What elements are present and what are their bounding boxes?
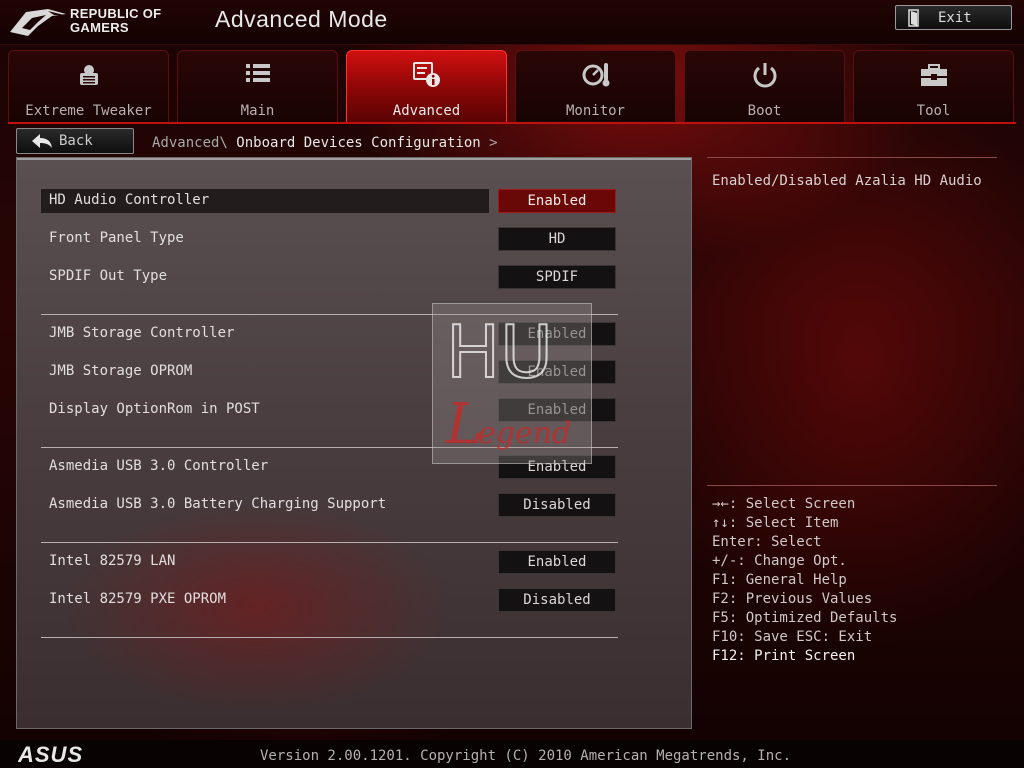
- setting-label: JMB Storage OPROM: [49, 363, 193, 379]
- panel-top-border: [17, 158, 691, 160]
- setting-label: HD Audio Controller: [49, 192, 210, 208]
- setting-row-spdif-out-type[interactable]: SPDIF Out Type SPDIF: [41, 265, 617, 289]
- advanced-info-icon: [413, 62, 440, 87]
- tab-label: Advanced: [392, 103, 461, 119]
- setting-row-intel-82579-lan[interactable]: Intel 82579 LAN Enabled: [41, 550, 617, 574]
- exit-label: Exit: [938, 10, 972, 26]
- setting-row-front-panel-type[interactable]: Front Panel Type HD: [41, 227, 617, 251]
- keyboard-legend: →←: Select Screen ↑↓: Select Item Enter:…: [712, 496, 897, 667]
- help-description: Enabled/Disabled Azalia HD Audio: [712, 173, 982, 189]
- footer: ASUS Version 2.00.1201. Copyright (C) 20…: [0, 740, 1024, 768]
- exit-door-icon: [908, 9, 919, 27]
- extreme-tweaker-icon: [80, 65, 98, 85]
- header: REPUBLIC OF GAMERS Advanced Mode Exit: [0, 0, 1024, 45]
- exit-button[interactable]: Exit: [895, 5, 1012, 30]
- setting-value-dropdown[interactable]: Enabled: [498, 550, 616, 574]
- setting-row-hd-audio-controller[interactable]: HD Audio Controller Enabled: [41, 189, 617, 213]
- setting-label: Asmedia USB 3.0 Controller: [49, 458, 269, 474]
- key-hint: F2: Previous Values: [712, 591, 873, 607]
- main-tabs: Extreme Tweaker Main Advanced Monitor Bo…: [8, 50, 1016, 122]
- back-label: Back: [59, 133, 93, 149]
- setting-value-dropdown[interactable]: HD: [498, 227, 616, 251]
- power-icon: [753, 63, 777, 88]
- setting-label: Display OptionRom in POST: [49, 401, 260, 417]
- group-separator: [41, 637, 618, 638]
- breadcrumb: Advanced\ Onboard Devices Configuration …: [152, 135, 498, 151]
- back-button[interactable]: Back: [16, 128, 134, 154]
- tab-label: Extreme Tweaker: [25, 103, 152, 119]
- back-arrow-icon: [32, 134, 52, 148]
- help-top-divider: [707, 157, 997, 158]
- key-hint: +/-: Change Opt.: [712, 553, 847, 569]
- brand-line-1: REPUBLIC OF: [70, 6, 162, 21]
- rog-brand-text: REPUBLIC OF GAMERS: [70, 7, 161, 35]
- key-hint: →←: Select Screen: [712, 496, 856, 512]
- watermark-hu-text: HU: [446, 310, 553, 394]
- toolbox-icon: [921, 64, 947, 86]
- tab-advanced[interactable]: Advanced: [346, 50, 507, 122]
- help-keys-divider: [707, 485, 997, 486]
- tab-monitor[interactable]: Monitor: [515, 50, 676, 122]
- breadcrumb-current: Onboard Devices Configuration: [236, 135, 481, 151]
- rog-logo: REPUBLIC OF GAMERS: [8, 4, 198, 40]
- setting-label: Intel 82579 PXE OPROM: [49, 591, 227, 607]
- page-title: Advanced Mode: [215, 6, 388, 32]
- setting-value-dropdown[interactable]: SPDIF: [498, 265, 616, 289]
- tab-label: Main: [240, 103, 275, 119]
- breadcrumb-parent[interactable]: Advanced\: [152, 135, 228, 151]
- brand-line-2: GAMERS: [70, 20, 129, 35]
- setting-label: SPDIF Out Type: [49, 268, 168, 284]
- key-hint: Enter: Select: [712, 534, 822, 550]
- tab-main[interactable]: Main: [177, 50, 338, 122]
- version-text: Version 2.00.1201. Copyright (C) 2010 Am…: [260, 748, 792, 764]
- setting-value-dropdown[interactable]: Enabled: [498, 189, 616, 213]
- tab-boot[interactable]: Boot: [684, 50, 845, 122]
- tab-label: Tool: [916, 103, 951, 119]
- setting-label: Front Panel Type: [49, 230, 184, 246]
- asus-logo-text: ASUS: [18, 744, 83, 764]
- key-hint: F10: Save ESC: Exit: [712, 629, 873, 645]
- asus-logo: ASUS: [18, 744, 83, 764]
- setting-row-asmedia-usb3-battery-charging[interactable]: Asmedia USB 3.0 Battery Charging Support…: [41, 493, 617, 517]
- setting-value-dropdown[interactable]: Disabled: [498, 588, 616, 612]
- key-hint: F5: Optimized Defaults: [712, 610, 898, 626]
- tab-tool[interactable]: Tool: [853, 50, 1014, 122]
- setting-label: Intel 82579 LAN: [49, 553, 176, 569]
- setting-label: JMB Storage Controller: [49, 325, 235, 341]
- rog-emblem-icon: [10, 9, 66, 36]
- hu-legend-watermark-logo: HU L egend: [432, 303, 592, 464]
- setting-row-intel-82579-pxe-oprom[interactable]: Intel 82579 PXE OPROM Disabled: [41, 588, 617, 612]
- setting-value-dropdown[interactable]: Disabled: [498, 493, 616, 517]
- breadcrumb-arrow: >: [489, 135, 498, 151]
- list-icon: [246, 64, 270, 82]
- tab-label: Boot: [747, 103, 782, 119]
- key-hint: F1: General Help: [712, 572, 847, 588]
- tab-extreme-tweaker[interactable]: Extreme Tweaker: [8, 50, 169, 122]
- setting-label: Asmedia USB 3.0 Battery Charging Support: [49, 496, 387, 512]
- monitor-gauge-icon: [582, 63, 610, 87]
- group-separator: [41, 542, 618, 543]
- tab-label: Monitor: [565, 103, 625, 119]
- key-hint-print-screen[interactable]: F12: Print Screen: [712, 648, 897, 667]
- watermark-legend-text: egend: [478, 416, 571, 451]
- key-hint: ↑↓: Select Item: [712, 515, 839, 531]
